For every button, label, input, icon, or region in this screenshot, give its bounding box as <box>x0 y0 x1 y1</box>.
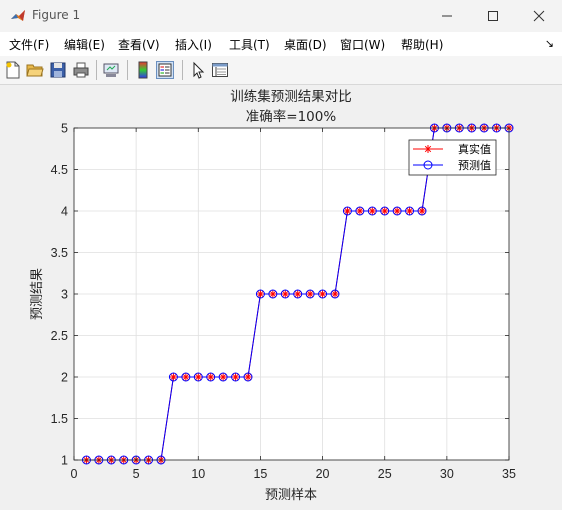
chart-svg: 0 5 10 15 20 25 30 35 1 1.5 2 2.5 3 3.5 4 4.5 5 训练集预测结果对… <box>30 89 516 503</box>
dock-arrow-icon[interactable]: ↘ <box>545 37 554 50</box>
property-inspector-icon[interactable] <box>211 61 229 79</box>
new-figure-icon[interactable] <box>4 61 22 79</box>
toolbar-separator <box>127 60 128 80</box>
menu-file[interactable]: 文件(F) <box>9 36 49 53</box>
menu-window[interactable]: 窗口(W) <box>340 36 385 53</box>
menu-help[interactable]: 帮助(H) <box>401 36 443 53</box>
menu-bar: 文件(F) 编辑(E) 查看(V) 插入(I) 工具(T) 桌面(D) 窗口(W… <box>0 32 562 56</box>
x-tick-label: 0 <box>71 467 78 481</box>
y-tick-label: 3.5 <box>51 246 68 260</box>
y-tick-label: 4 <box>61 205 68 219</box>
menu-view[interactable]: 查看(V) <box>118 36 160 53</box>
matlab-logo-icon <box>11 10 25 21</box>
x-axis-label: 预测样本 <box>265 488 317 503</box>
save-icon[interactable] <box>49 61 67 79</box>
legend[interactable]: 真实值 预测值 <box>408 139 497 176</box>
x-tick-label: 35 <box>502 467 516 481</box>
y-tick-label: 1 <box>61 454 68 468</box>
minimize-icon <box>442 15 452 17</box>
x-tick-label: 5 <box>133 467 140 481</box>
menu-edit[interactable]: 编辑(E) <box>64 36 105 53</box>
menu-desktop[interactable]: 桌面(D) <box>284 36 327 53</box>
menu-insert[interactable]: 插入(I) <box>175 36 212 53</box>
chart-subtitle: 准确率=100% <box>246 108 337 125</box>
x-tick-label: 15 <box>253 467 267 481</box>
legend-label-pred: 预测值 <box>458 159 491 172</box>
window-title: Figure 1 <box>32 8 81 22</box>
y-tick-label: 5 <box>61 122 68 136</box>
toolbar-separator <box>96 60 97 80</box>
pointer-icon[interactable] <box>189 61 207 79</box>
chart-title: 训练集预测结果对比 <box>230 89 352 105</box>
y-tick-label: 2.5 <box>51 329 68 343</box>
figure-toolbar <box>0 56 562 85</box>
insert-colorbar-icon[interactable] <box>134 61 152 79</box>
y-tick-label: 2 <box>61 371 68 385</box>
figure-canvas: 0 5 10 15 20 25 30 35 1 1.5 2 2.5 3 3.5 4 4.5 5 训练集预测结果对… <box>0 85 562 507</box>
title-bar: Figure 1 <box>0 0 562 32</box>
x-tick-label: 10 <box>191 467 205 481</box>
maximize-icon <box>488 11 498 21</box>
close-button[interactable] <box>516 0 562 32</box>
menu-tools[interactable]: 工具(T) <box>229 36 270 53</box>
x-tick-label: 20 <box>316 467 330 481</box>
y-tick-label: 1.5 <box>51 412 68 426</box>
x-tick-label: 30 <box>440 467 454 481</box>
insert-legend-icon[interactable] <box>156 61 174 79</box>
x-tick-label: 25 <box>378 467 392 481</box>
close-icon <box>533 10 545 22</box>
maximize-button[interactable] <box>470 0 516 32</box>
minimize-button[interactable] <box>424 0 470 32</box>
open-file-icon[interactable] <box>26 61 44 79</box>
y-tick-label: 4.5 <box>51 163 68 177</box>
link-plot-icon[interactable] <box>102 61 120 79</box>
toolbar-separator <box>182 60 183 80</box>
y-axis-label: 预测结果 <box>30 268 45 320</box>
legend-label-true: 真实值 <box>458 142 491 156</box>
print-icon[interactable] <box>72 61 90 79</box>
y-tick-label: 3 <box>61 288 68 302</box>
